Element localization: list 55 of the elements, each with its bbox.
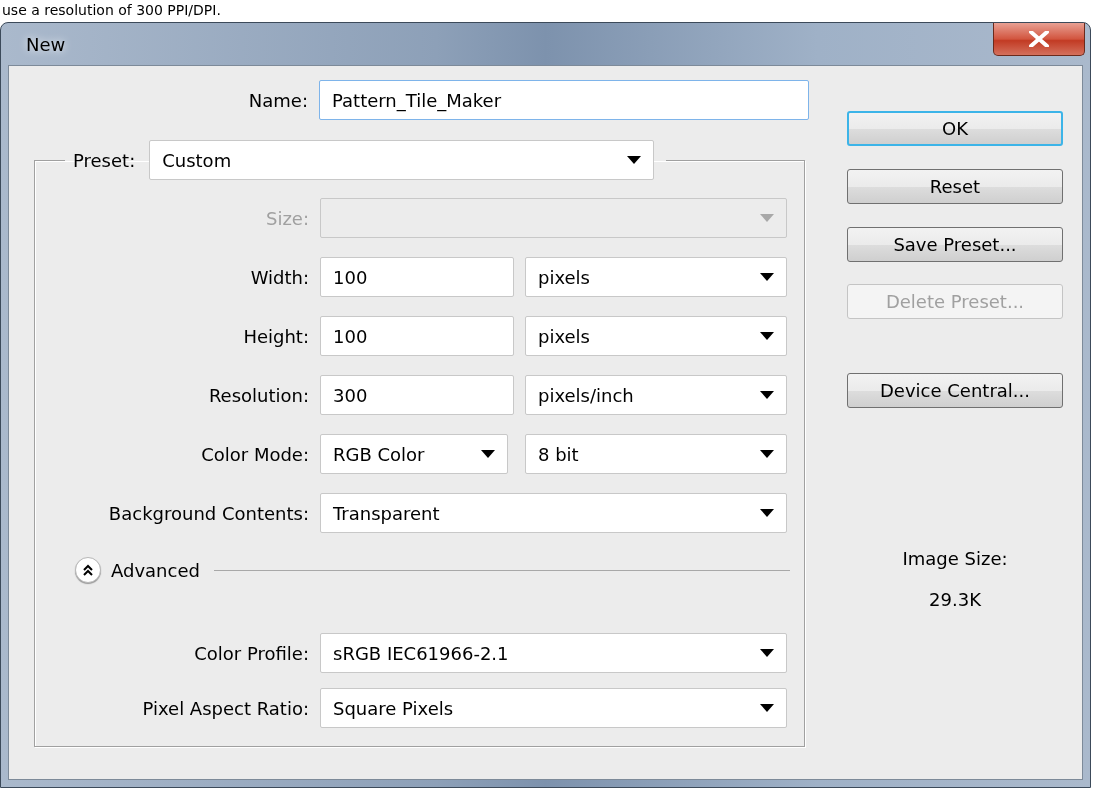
- caret-icon: [760, 704, 774, 712]
- field-label: Width:: [249, 266, 309, 288]
- window-title: New: [25, 33, 66, 55]
- dialog-button[interactable]: Save Preset...: [847, 227, 1063, 262]
- field-label: Name:: [247, 89, 308, 111]
- field-label: Pixel Aspect Ratio:: [141, 697, 309, 719]
- profile-dropdown[interactable]: sRGB IEC61966-2.1: [320, 633, 787, 673]
- depth-dropdown[interactable]: 8 bit: [525, 434, 787, 474]
- dropdown-value: pixels: [538, 266, 590, 288]
- caret-icon: [760, 332, 774, 340]
- value-field[interactable]: 100: [320, 316, 514, 356]
- dropdown-value: sRGB IEC61966-2.1: [333, 642, 509, 664]
- unit-dropdown[interactable]: pixels: [525, 257, 787, 297]
- caret-icon: [760, 391, 774, 399]
- caption-text: use a resolution of 300 PPI/DPI.: [1, 1, 222, 20]
- toggle-button[interactable]: [75, 557, 101, 583]
- value-field[interactable]: 100: [320, 257, 514, 297]
- field-label: Size:: [265, 207, 309, 229]
- close-icon: [1029, 31, 1049, 47]
- value-field[interactable]: 300: [320, 375, 514, 415]
- profile-dropdown[interactable]: Square Pixels: [320, 688, 787, 728]
- caret-icon: [760, 214, 774, 222]
- caret-icon: [760, 450, 774, 458]
- caret-icon: [760, 509, 774, 517]
- field-label: Resolution:: [207, 384, 309, 406]
- dropdown-value: pixels: [538, 325, 590, 347]
- unit-dropdown[interactable]: pixels: [525, 316, 787, 356]
- field-label: Preset:: [73, 149, 136, 171]
- caret-icon: [760, 273, 774, 281]
- dialog-button[interactable]: OK: [847, 111, 1063, 146]
- dialog-button[interactable]: Reset: [847, 169, 1063, 204]
- field-label: Height:: [242, 325, 309, 347]
- field-label: Color Mode:: [200, 443, 309, 465]
- section-label: Advanced: [111, 559, 200, 581]
- caret-icon: [760, 649, 774, 657]
- field-label: Color Profile:: [193, 642, 309, 664]
- image-size-label: Image Size:: [902, 548, 1008, 569]
- caret-icon: [627, 156, 642, 164]
- field-label: Background Contents:: [107, 502, 309, 524]
- dropdown-value: Custom: [162, 149, 232, 171]
- mode-dropdown[interactable]: RGB Color: [320, 434, 508, 474]
- dropdown-value: 8 bit: [538, 443, 579, 465]
- close-button[interactable]: [993, 23, 1085, 56]
- preset-dropdown[interactable]: Custom: [149, 140, 655, 180]
- dialog-button[interactable]: Device Central...: [847, 373, 1063, 408]
- unit-dropdown[interactable]: pixels/inch: [525, 375, 787, 415]
- dropdown-value: Transparent: [333, 502, 440, 524]
- name-field[interactable]: Pattern_Tile_Maker: [319, 80, 809, 120]
- contents-dropdown[interactable]: Transparent: [320, 493, 787, 533]
- dropdown-value: pixels/inch: [538, 384, 634, 406]
- caret-icon: [481, 450, 495, 458]
- dropdown-value: RGB Color: [333, 443, 425, 465]
- image-size-value: 29.3K: [929, 589, 981, 610]
- dropdown-value: Square Pixels: [333, 697, 454, 719]
- chevron-icon: [82, 564, 94, 576]
